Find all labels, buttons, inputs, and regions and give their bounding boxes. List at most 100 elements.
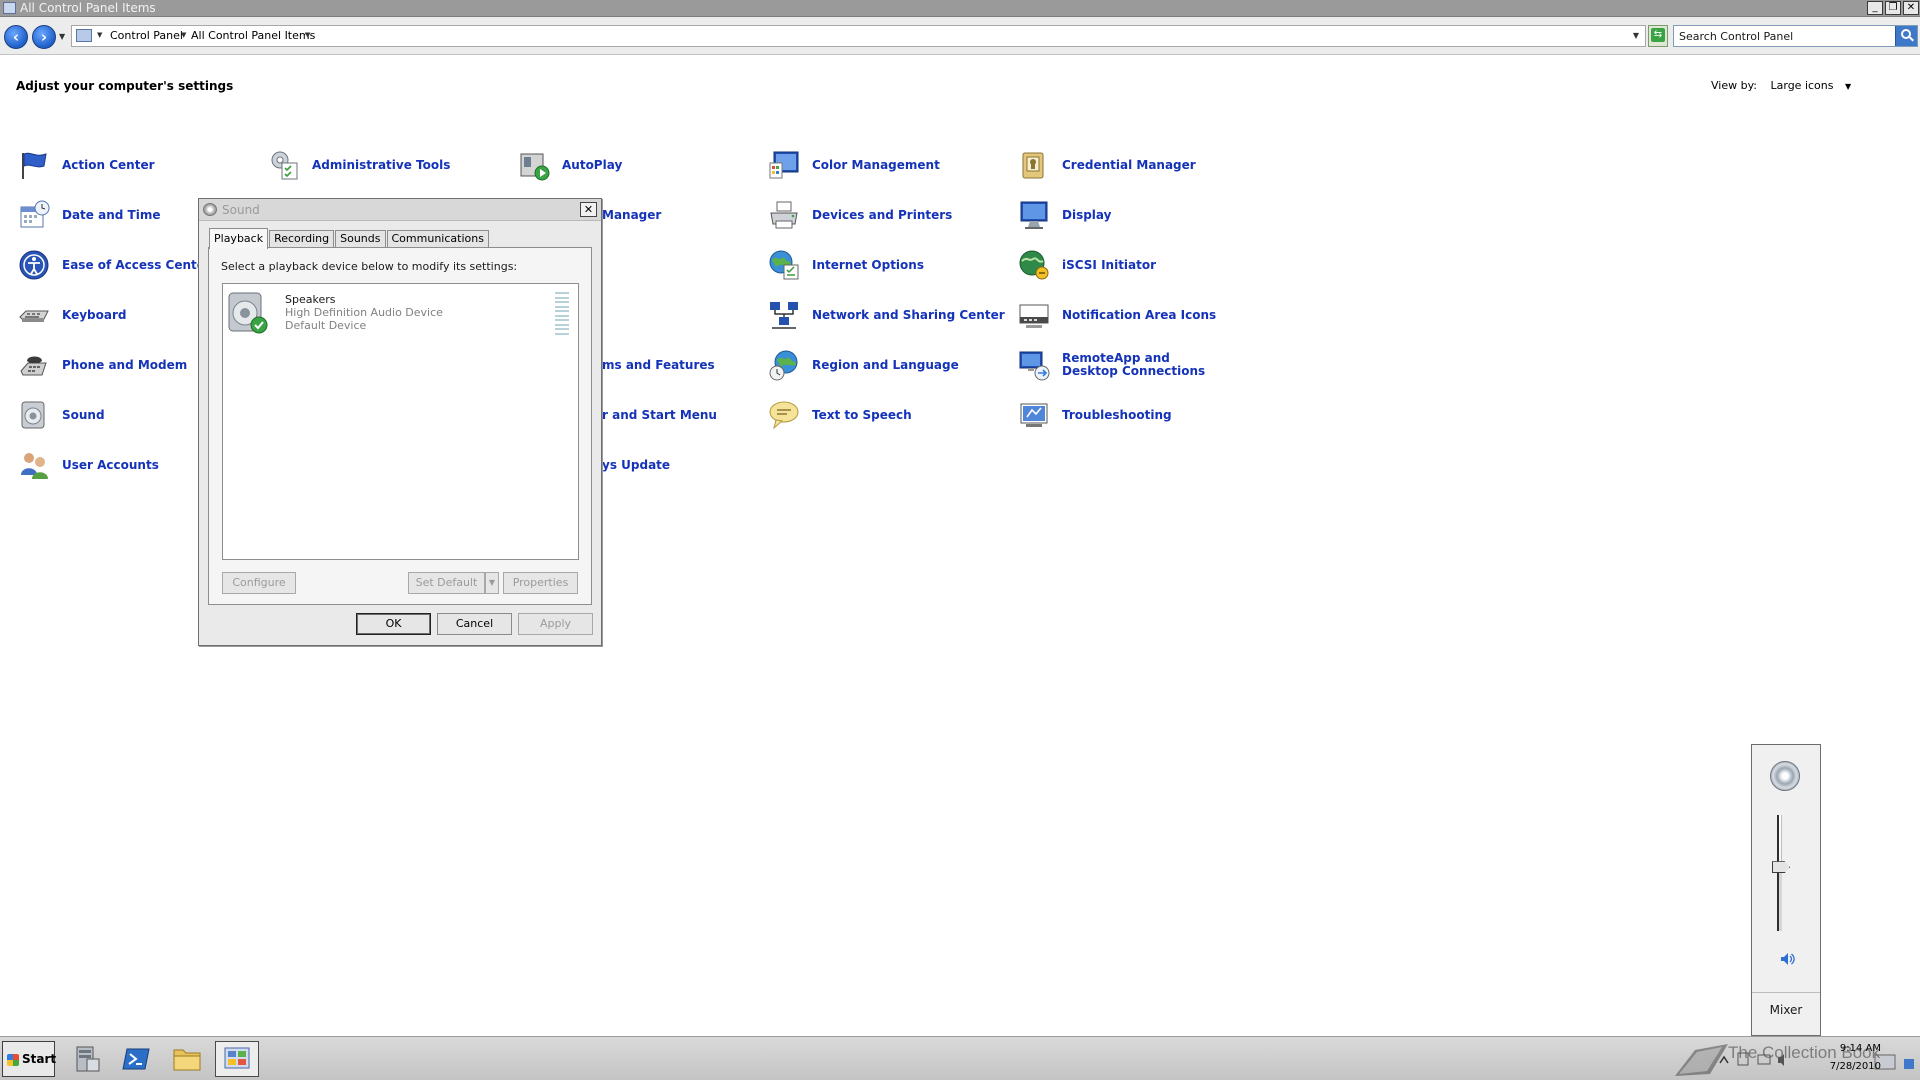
- tab-communications[interactable]: Communications: [386, 230, 489, 248]
- remoteapp-icon: [1018, 349, 1050, 381]
- device-status: Default Device: [285, 319, 367, 332]
- tab-recording[interactable]: Recording: [269, 230, 335, 248]
- speaker-icon[interactable]: [1770, 761, 1800, 791]
- clock-time[interactable]: 9:14 AM: [1811, 1043, 1881, 1054]
- crumb-arrow-icon[interactable]: ▼: [97, 31, 102, 39]
- cp-item-autoplay[interactable]: AutoPlay: [518, 148, 622, 182]
- start-label: Start: [22, 1052, 57, 1066]
- sound-icon: [203, 203, 217, 216]
- cp-item-network-and-sharing[interactable]: Network and Sharing Center: [768, 298, 1005, 332]
- printer-icon: [768, 199, 800, 231]
- back-arrow-icon[interactable]: ‹: [4, 25, 28, 49]
- cancel-button[interactable]: Cancel: [437, 613, 512, 635]
- address-history-dropdown-icon[interactable]: ▼: [1633, 31, 1639, 40]
- cp-item-programs-and-features[interactable]: ms and Features: [590, 348, 715, 382]
- page-title: Adjust your computer's settings: [16, 79, 234, 93]
- keyboard-icon: [18, 299, 50, 331]
- window-controls: _ ❐ ✕: [1867, 1, 1919, 15]
- cp-item-keyboard[interactable]: Keyboard: [18, 298, 127, 332]
- address-bar[interactable]: ▼ Control Panel ▼ All Control Panel Item…: [71, 25, 1646, 47]
- folder-icon[interactable]: [165, 1041, 209, 1077]
- mixer-link[interactable]: Mixer: [1752, 1003, 1820, 1017]
- cp-item-sound[interactable]: Sound: [18, 398, 105, 432]
- dialog-title: Sound: [222, 203, 260, 217]
- control-panel-icon: [3, 2, 16, 14]
- dialog-close-button[interactable]: ✕: [580, 202, 597, 217]
- crumb-arrow-icon[interactable]: ▼: [305, 31, 310, 39]
- ok-button[interactable]: OK: [356, 613, 431, 635]
- cp-item-action-center[interactable]: Action Center: [18, 148, 155, 182]
- apply-button[interactable]: Apply: [518, 613, 593, 635]
- search-input[interactable]: [1674, 26, 1894, 46]
- level-meter: [555, 292, 569, 335]
- taskbar: Start: [0, 1036, 1920, 1080]
- troubleshooting-icon: [1018, 399, 1050, 431]
- mute-toggle-icon[interactable]: [1779, 951, 1795, 967]
- panel-instruction: Select a playback device below to modify…: [221, 260, 518, 273]
- dialog-titlebar: Sound ✕: [199, 199, 601, 221]
- set-default-button[interactable]: Set Default: [408, 572, 485, 594]
- chevron-down-icon[interactable]: ▼: [1845, 82, 1851, 91]
- cp-item-date-and-time[interactable]: Date and Time: [18, 198, 160, 232]
- control-panel-taskbar-icon[interactable]: [215, 1041, 259, 1077]
- start-button[interactable]: Start: [2, 1041, 57, 1077]
- close-button[interactable]: ✕: [1903, 1, 1919, 15]
- configure-button[interactable]: Configure: [222, 572, 296, 594]
- iscsi-globe-icon: [1018, 249, 1050, 281]
- breadcrumb-control-panel[interactable]: Control Panel: [110, 29, 183, 42]
- windows-logo-icon: [7, 1054, 19, 1066]
- breadcrumb-all-items[interactable]: All Control Panel Items: [191, 29, 315, 42]
- cp-item-iscsi-initiator[interactable]: iSCSI Initiator: [1018, 248, 1156, 282]
- search-button[interactable]: [1895, 26, 1917, 46]
- list-item[interactable]: Speakers High Definition Audio Device De…: [225, 287, 569, 339]
- cp-item-user-accounts[interactable]: User Accounts: [18, 448, 159, 482]
- cp-item-administrative-tools[interactable]: Administrative Tools: [268, 148, 450, 182]
- server-manager-icon[interactable]: [65, 1041, 109, 1077]
- device-list[interactable]: Speakers High Definition Audio Device De…: [222, 283, 579, 560]
- cp-item-taskbar-and-start-menu[interactable]: r and Start Menu: [590, 398, 717, 432]
- window-titlebar: All Control Panel Items _ ❐ ✕: [0, 0, 1920, 17]
- cp-item-credential-manager[interactable]: Credential Manager: [1018, 148, 1196, 182]
- crumb-arrow-icon[interactable]: ▼: [181, 31, 186, 39]
- autoplay-icon: [518, 149, 550, 181]
- tab-playback[interactable]: Playback: [209, 228, 269, 249]
- cp-item-devices-and-printers[interactable]: Devices and Printers: [768, 198, 952, 232]
- cp-item-windows-update[interactable]: ys Update: [590, 448, 670, 482]
- flag-icon: [18, 149, 50, 181]
- dialog-tabs: Playback Recording Sounds Communications: [209, 228, 490, 249]
- powershell-icon[interactable]: [115, 1041, 159, 1077]
- forward-arrow-icon[interactable]: ›: [32, 25, 56, 49]
- cp-item-color-management[interactable]: Color Management: [768, 148, 940, 182]
- cp-item-display[interactable]: Display: [1018, 198, 1111, 232]
- cp-item-phone-and-modem[interactable]: Phone and Modem: [18, 348, 187, 382]
- minimize-button[interactable]: _: [1867, 1, 1883, 15]
- view-by-label: View by:: [1711, 79, 1757, 92]
- cp-item-text-to-speech[interactable]: Text to Speech: [768, 398, 912, 432]
- set-default-dropdown-icon[interactable]: ▼: [485, 572, 499, 594]
- cp-item-notification-area-icons[interactable]: Notification Area Icons: [1018, 298, 1216, 332]
- internet-options-icon: [768, 249, 800, 281]
- control-panel-icon: [76, 29, 92, 42]
- cp-item-ease-of-access[interactable]: Ease of Access Center: [18, 248, 211, 282]
- refresh-button[interactable]: ⇆: [1648, 25, 1668, 47]
- properties-button[interactable]: Properties: [503, 572, 578, 594]
- speaker-icon: [18, 399, 50, 431]
- cp-item-remoteapp[interactable]: RemoteApp and Desktop Connections: [1018, 348, 1222, 382]
- view-by-value[interactable]: Large icons: [1771, 79, 1834, 92]
- credential-manager-icon: [1018, 149, 1050, 181]
- phone-icon: [18, 349, 50, 381]
- tab-sounds[interactable]: Sounds: [335, 230, 386, 248]
- recent-pages-dropdown-icon[interactable]: ▼: [59, 32, 65, 41]
- restore-button[interactable]: ❐: [1885, 1, 1901, 15]
- view-by-control[interactable]: View by: Large icons ▼: [1711, 79, 1851, 92]
- ease-of-access-icon: [18, 249, 50, 281]
- cp-item-region-and-language[interactable]: Region and Language: [768, 348, 959, 382]
- window-title: All Control Panel Items: [20, 1, 156, 15]
- cp-item-troubleshooting[interactable]: Troubleshooting: [1018, 398, 1172, 432]
- clock-date[interactable]: 7/28/2010: [1811, 1061, 1881, 1072]
- search-box[interactable]: [1673, 25, 1918, 47]
- cp-item-internet-options[interactable]: Internet Options: [768, 248, 924, 282]
- navigation-bar: ‹ › ▼ ▼ Control Panel ▼ All Control Pane…: [0, 17, 1920, 55]
- speaker-device-icon: [227, 291, 269, 335]
- volume-slider-thumb[interactable]: [1772, 861, 1790, 874]
